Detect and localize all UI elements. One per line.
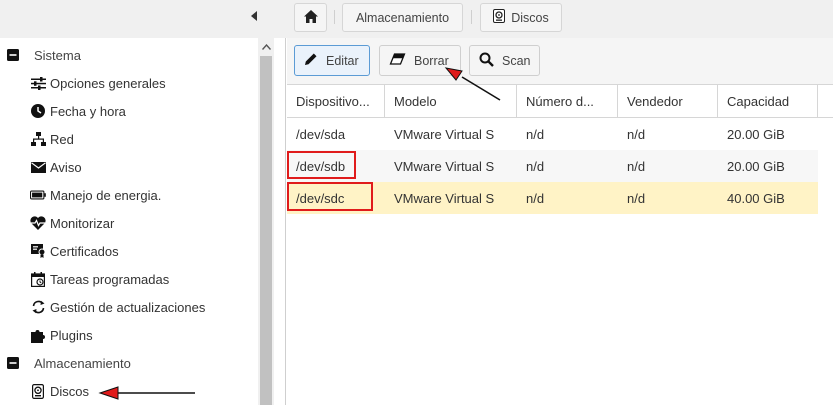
cell-capacidad: 40.00 GiB: [727, 190, 785, 206]
harddisk-icon: [493, 9, 506, 26]
home-icon: [303, 9, 318, 26]
cell-numero-de-serie: n/d: [526, 190, 545, 206]
sidebar-item-opciones-generales[interactable]: Opciones generales: [0, 69, 258, 97]
scan-button-label: Scan: [502, 53, 531, 68]
cell-capacidad: 20.00 GiB: [727, 126, 785, 142]
collapse-minus-icon[interactable]: [5, 355, 21, 371]
edit-button-label: Editar: [326, 53, 359, 68]
sliders-icon: [30, 75, 46, 91]
network-icon: [30, 131, 46, 147]
scrollbar-thumb[interactable]: [260, 56, 272, 405]
breadcrumb-almacenamiento[interactable]: Almacenamiento: [342, 3, 463, 32]
sidebar-item-plugins[interactable]: Plugins: [0, 321, 258, 349]
toolbar: Editar Borrar Scan: [287, 38, 833, 84]
battery-icon: [30, 187, 46, 203]
sidebar-group-almacenamiento[interactable]: Almacenamiento: [0, 349, 258, 377]
sidebar-item-label: Certificados: [50, 243, 119, 259]
calendar-icon: [30, 271, 46, 287]
sidebar-item-label: Monitorizar: [50, 215, 115, 231]
table-row[interactable]: /dev/sdb VMware Virtual S n/d n/d 20.00 …: [287, 150, 818, 182]
sidebar-item-fecha-y-hora[interactable]: Fecha y hora: [0, 97, 258, 125]
sidebar: Sistema Opciones generales Fecha y hora …: [0, 38, 286, 405]
sidebar-item-label: Gestión de actualizaciones: [50, 299, 206, 315]
sidebar-tree: Sistema Opciones generales Fecha y hora …: [0, 38, 258, 405]
cell-modelo: VMware Virtual S: [394, 190, 495, 206]
sidebar-scrollbar[interactable]: [258, 38, 274, 405]
main-panel: Editar Borrar Scan Dispositivo... Modelo…: [287, 38, 833, 405]
heartbeat-icon: [30, 215, 46, 231]
cell-numero-de-serie: n/d: [526, 158, 545, 174]
sidebar-item-label: Manejo de energia.: [50, 187, 162, 203]
delete-button[interactable]: Borrar: [379, 45, 461, 76]
sidebar-item-red[interactable]: Red: [0, 125, 258, 153]
sidebar-item-label: Tareas programadas: [50, 271, 170, 287]
cell-vendedor: n/d: [627, 126, 646, 142]
sidebar-item-manejo-de-energia[interactable]: Manejo de energia.: [0, 181, 258, 209]
column-header-capacidad[interactable]: Capacidad: [718, 85, 818, 118]
column-header-modelo[interactable]: Modelo: [385, 85, 517, 118]
sidebar-item-certificados[interactable]: Certificados: [0, 237, 258, 265]
table-header: Dispositivo... Modelo Número d... Vended…: [287, 84, 833, 118]
delete-button-label: Borrar: [414, 53, 449, 68]
sidebar-item-label: Discos: [50, 383, 90, 399]
sidebar-group-label: Almacenamiento: [34, 355, 131, 371]
sidebar-item-gestion-de-actualizaciones[interactable]: Gestión de actualizaciones: [0, 293, 258, 321]
sidebar-item-monitorizar[interactable]: Monitorizar: [0, 209, 258, 237]
clock-icon: [30, 103, 46, 119]
scroll-up-icon[interactable]: [258, 40, 274, 54]
sidebar-item-label: Plugins: [50, 327, 93, 343]
top-bar: Almacenamiento Discos: [0, 0, 833, 38]
sidebar-group-sistema[interactable]: Sistema: [0, 41, 258, 69]
breadcrumb-discos[interactable]: Discos: [480, 3, 562, 32]
column-header-numero-de-serie[interactable]: Número d...: [517, 85, 618, 118]
cell-vendedor: n/d: [627, 190, 646, 206]
sidebar-item-label: Opciones generales: [50, 75, 166, 91]
disks-table: Dispositivo... Modelo Número d... Vended…: [287, 84, 833, 405]
harddisk-icon: [30, 383, 46, 399]
sidebar-item-discos[interactable]: Discos: [0, 377, 258, 405]
breadcrumb-label: Almacenamiento: [355, 10, 450, 25]
search-icon: [479, 52, 494, 70]
cell-numero-de-serie: n/d: [526, 126, 545, 142]
sidebar-item-tareas-programadas[interactable]: Tareas programadas: [0, 265, 258, 293]
scan-button[interactable]: Scan: [469, 45, 540, 76]
column-header-dispositivo[interactable]: Dispositivo...: [287, 85, 385, 118]
breadcrumb-label: Discos: [511, 10, 549, 25]
edit-button[interactable]: Editar: [294, 45, 370, 76]
refresh-icon: [30, 299, 46, 315]
eraser-icon: [389, 53, 406, 68]
sidebar-group-label: Sistema: [34, 47, 81, 63]
sidebar-item-label: Fecha y hora: [50, 103, 126, 119]
cell-capacidad: 20.00 GiB: [727, 158, 785, 174]
cell-modelo: VMware Virtual S: [394, 126, 495, 142]
puzzle-icon: [30, 327, 46, 343]
envelope-icon: [30, 159, 46, 175]
cell-vendedor: n/d: [627, 158, 646, 174]
table-row[interactable]: /dev/sda VMware Virtual S n/d n/d 20.00 …: [287, 118, 818, 150]
breadcrumb-separator: [334, 10, 335, 24]
breadcrumb-home[interactable]: [294, 3, 327, 32]
sidebar-item-aviso[interactable]: Aviso: [0, 153, 258, 181]
pencil-icon: [304, 52, 318, 69]
cell-modelo: VMware Virtual S: [394, 158, 495, 174]
breadcrumb-separator: [471, 10, 472, 24]
highlight-box-sdb: [287, 151, 356, 179]
collapse-sidebar-icon[interactable]: [244, 6, 264, 26]
column-header-vendedor[interactable]: Vendedor: [618, 85, 718, 118]
certificate-icon: [30, 243, 46, 259]
collapse-minus-icon[interactable]: [5, 47, 21, 63]
sidebar-item-label: Aviso: [50, 159, 82, 175]
sidebar-item-label: Red: [50, 131, 74, 147]
highlight-box-sdc: [287, 182, 373, 211]
cell-dispositivo: /dev/sda: [296, 126, 346, 142]
